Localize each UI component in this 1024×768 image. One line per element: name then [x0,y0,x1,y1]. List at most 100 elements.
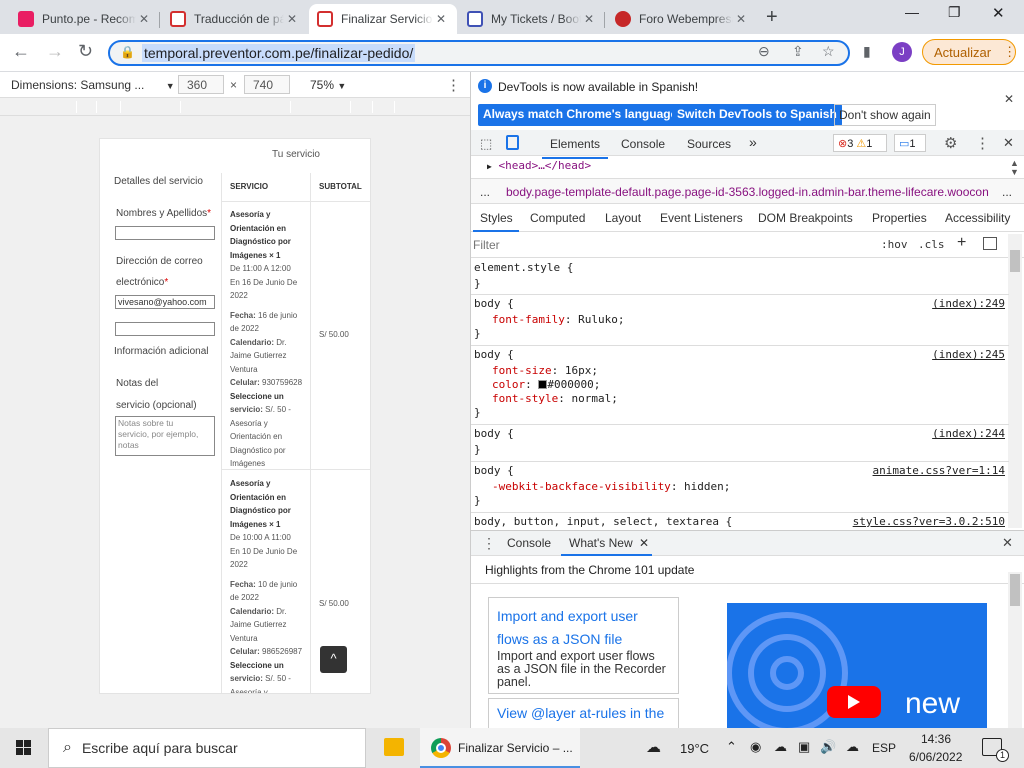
tab-finalizar-servicio[interactable]: Finalizar Servicio ✕ [309,4,457,34]
height-input[interactable]: 740 [244,75,290,94]
close-window-button[interactable]: ✕ [992,4,1005,22]
subtab-accessibility[interactable]: Accessibility [945,211,1010,225]
issues-counter[interactable]: ⊗3 ⚠1 [833,134,887,152]
lock-icon[interactable]: 🔒 [120,45,135,59]
css-source-link[interactable]: style.css?ver=3.0.2:510 [853,515,1005,528]
tab-my-tickets[interactable]: My Tickets / Bootstrap ✕ [459,4,605,34]
dom-head-node[interactable]: ▶ <head>…</head> [487,159,591,174]
device-select[interactable]: Dimensions: Samsung ... ▼ [11,78,175,92]
breadcrumb[interactable]: body.page-template-default.page.page-id-… [506,185,998,199]
breadcrumb-more-right[interactable]: ... [1002,185,1012,199]
css-declaration[interactable]: font-family: Ruluko; [492,313,624,327]
close-tab-icon[interactable]: ✕ [733,12,749,26]
css-selector[interactable]: body, button, input, select, textarea { [474,515,732,529]
name-input[interactable] [115,226,215,240]
css-selector[interactable]: body { [474,348,514,362]
feature-card[interactable]: View @layer at-rules in the [488,698,679,728]
messages-counter[interactable]: ▭1 [894,134,926,152]
tab-console[interactable]: Console [621,137,665,151]
new-tab-button[interactable]: + [766,6,778,29]
url-text[interactable]: temporal.preventor.com.pe/finalizar-pedi… [142,44,416,62]
subtab-event-listeners[interactable]: Event Listeners [660,211,743,225]
reload-icon[interactable]: ↻ [78,41,93,62]
back-arrow-icon[interactable]: ← [12,41,30,62]
clock-date[interactable]: 6/06/2022 [909,750,962,764]
css-source-link[interactable]: (index):249 [932,297,1005,310]
windows-start-icon[interactable] [16,740,31,755]
subtab-dom-breakpoints[interactable]: DOM Breakpoints [758,211,853,225]
zoom-select[interactable]: 75% ▼ [310,78,346,92]
close-tab-icon[interactable]: ✕ [433,12,449,26]
drawer-tab-console[interactable]: Console [507,536,551,550]
css-selector[interactable]: body { [474,427,514,441]
close-tab-icon[interactable]: ✕ [284,12,300,26]
cloud-status-icon[interactable]: ☁ [846,739,859,755]
restore-button[interactable]: ❐ [948,4,961,21]
css-selector[interactable]: body { [474,464,514,478]
subtab-styles[interactable]: Styles [480,211,513,225]
minimize-button[interactable]: — [905,4,919,20]
css-declaration[interactable]: -webkit-backface-visibility: hidden; [492,480,730,494]
extra-input[interactable] [115,322,215,336]
meet-icon[interactable]: ◉ [750,739,761,755]
device-more-icon[interactable]: ⋮ [446,76,461,94]
onedrive-icon[interactable]: ☁ [774,739,787,755]
element-style-rule[interactable]: element.style { [474,261,573,275]
email-input[interactable]: vivesano@yahoo.com [115,295,215,309]
close-infobar-icon[interactable]: ✕ [1004,92,1014,106]
width-input[interactable]: 360 [178,75,224,94]
notes-textarea[interactable]: Notas sobre tu servicio, por ejemplo, no… [115,416,215,456]
scroll-to-top-button[interactable]: ^ [320,646,347,673]
more-tabs-icon[interactable]: » [749,134,757,150]
subtab-properties[interactable]: Properties [872,211,927,225]
network-icon[interactable]: ▣ [798,739,810,755]
taskbar-search[interactable]: ⌕ Escribe aquí para buscar [48,728,366,768]
drawer-tab-whats-new[interactable]: What's New ✕ [569,536,649,550]
file-explorer-icon[interactable] [384,738,404,756]
scroll-down-icon[interactable]: ▼ [1010,167,1019,177]
tab-elements[interactable]: Elements [541,137,609,159]
subtab-layout[interactable]: Layout [605,211,641,225]
clock-time[interactable]: 14:36 [921,732,951,746]
video-thumbnail[interactable]: new [727,603,987,728]
toggle-sidebar-icon[interactable] [983,237,997,250]
close-drawer-icon[interactable]: ✕ [1002,535,1013,551]
share-icon[interactable]: ⇪ [792,43,804,60]
language-indicator[interactable]: ESP [872,741,896,755]
css-selector[interactable]: body { [474,297,514,311]
breadcrumb-more[interactable]: ... [480,185,490,199]
inspect-element-icon[interactable]: ⬚ [480,136,492,152]
tab-punto[interactable]: Punto.pe - Recomendaciones ✕ [10,4,160,34]
youtube-play-icon[interactable] [827,686,881,718]
device-toggle-icon[interactable] [506,135,519,150]
css-source-link[interactable]: animate.css?ver=1:14 [873,464,1005,477]
zoom-icon[interactable]: ⊖ [758,43,770,60]
side-panel-icon[interactable]: ▮ [863,43,871,60]
close-tab-icon[interactable]: ✕ [136,12,152,26]
close-tab-icon[interactable]: ✕ [581,12,597,26]
new-rule-button[interactable]: + [957,234,966,252]
css-source-link[interactable]: (index):245 [932,348,1005,361]
profile-avatar[interactable]: J [892,42,912,62]
settings-gear-icon[interactable]: ⚙ [944,134,957,152]
css-declaration[interactable]: font-style: normal; [492,392,618,406]
css-declaration[interactable]: font-size: 16px; [492,364,598,378]
styles-filter-input[interactable] [473,235,871,255]
hov-toggle[interactable]: :hov [881,238,908,251]
weather-temp[interactable]: 19°C [680,741,709,756]
feature-card[interactable]: Import and export user flows as a JSON f… [488,597,679,694]
chevron-up-icon[interactable]: ⌃ [726,739,737,755]
switch-spanish-button[interactable]: Switch DevTools to Spanish [672,104,842,126]
volume-icon[interactable]: 🔊 [820,739,836,755]
media-query-bar[interactable] [0,98,470,116]
bookmark-star-icon[interactable]: ☆ [822,43,835,60]
styles-scrollbar[interactable] [1008,234,1022,528]
cls-toggle[interactable]: .cls [918,238,945,251]
weather-icon[interactable]: ☁ [646,738,661,756]
css-declaration[interactable]: color: #000000; [492,378,600,392]
dont-show-again-button[interactable]: Don't show again [834,104,936,126]
drawer-menu-icon[interactable]: ⋮ [482,535,496,552]
close-devtools-icon[interactable]: ✕ [1003,135,1014,151]
forward-arrow-icon[interactable]: → [46,41,64,62]
subtab-computed[interactable]: Computed [530,211,585,225]
